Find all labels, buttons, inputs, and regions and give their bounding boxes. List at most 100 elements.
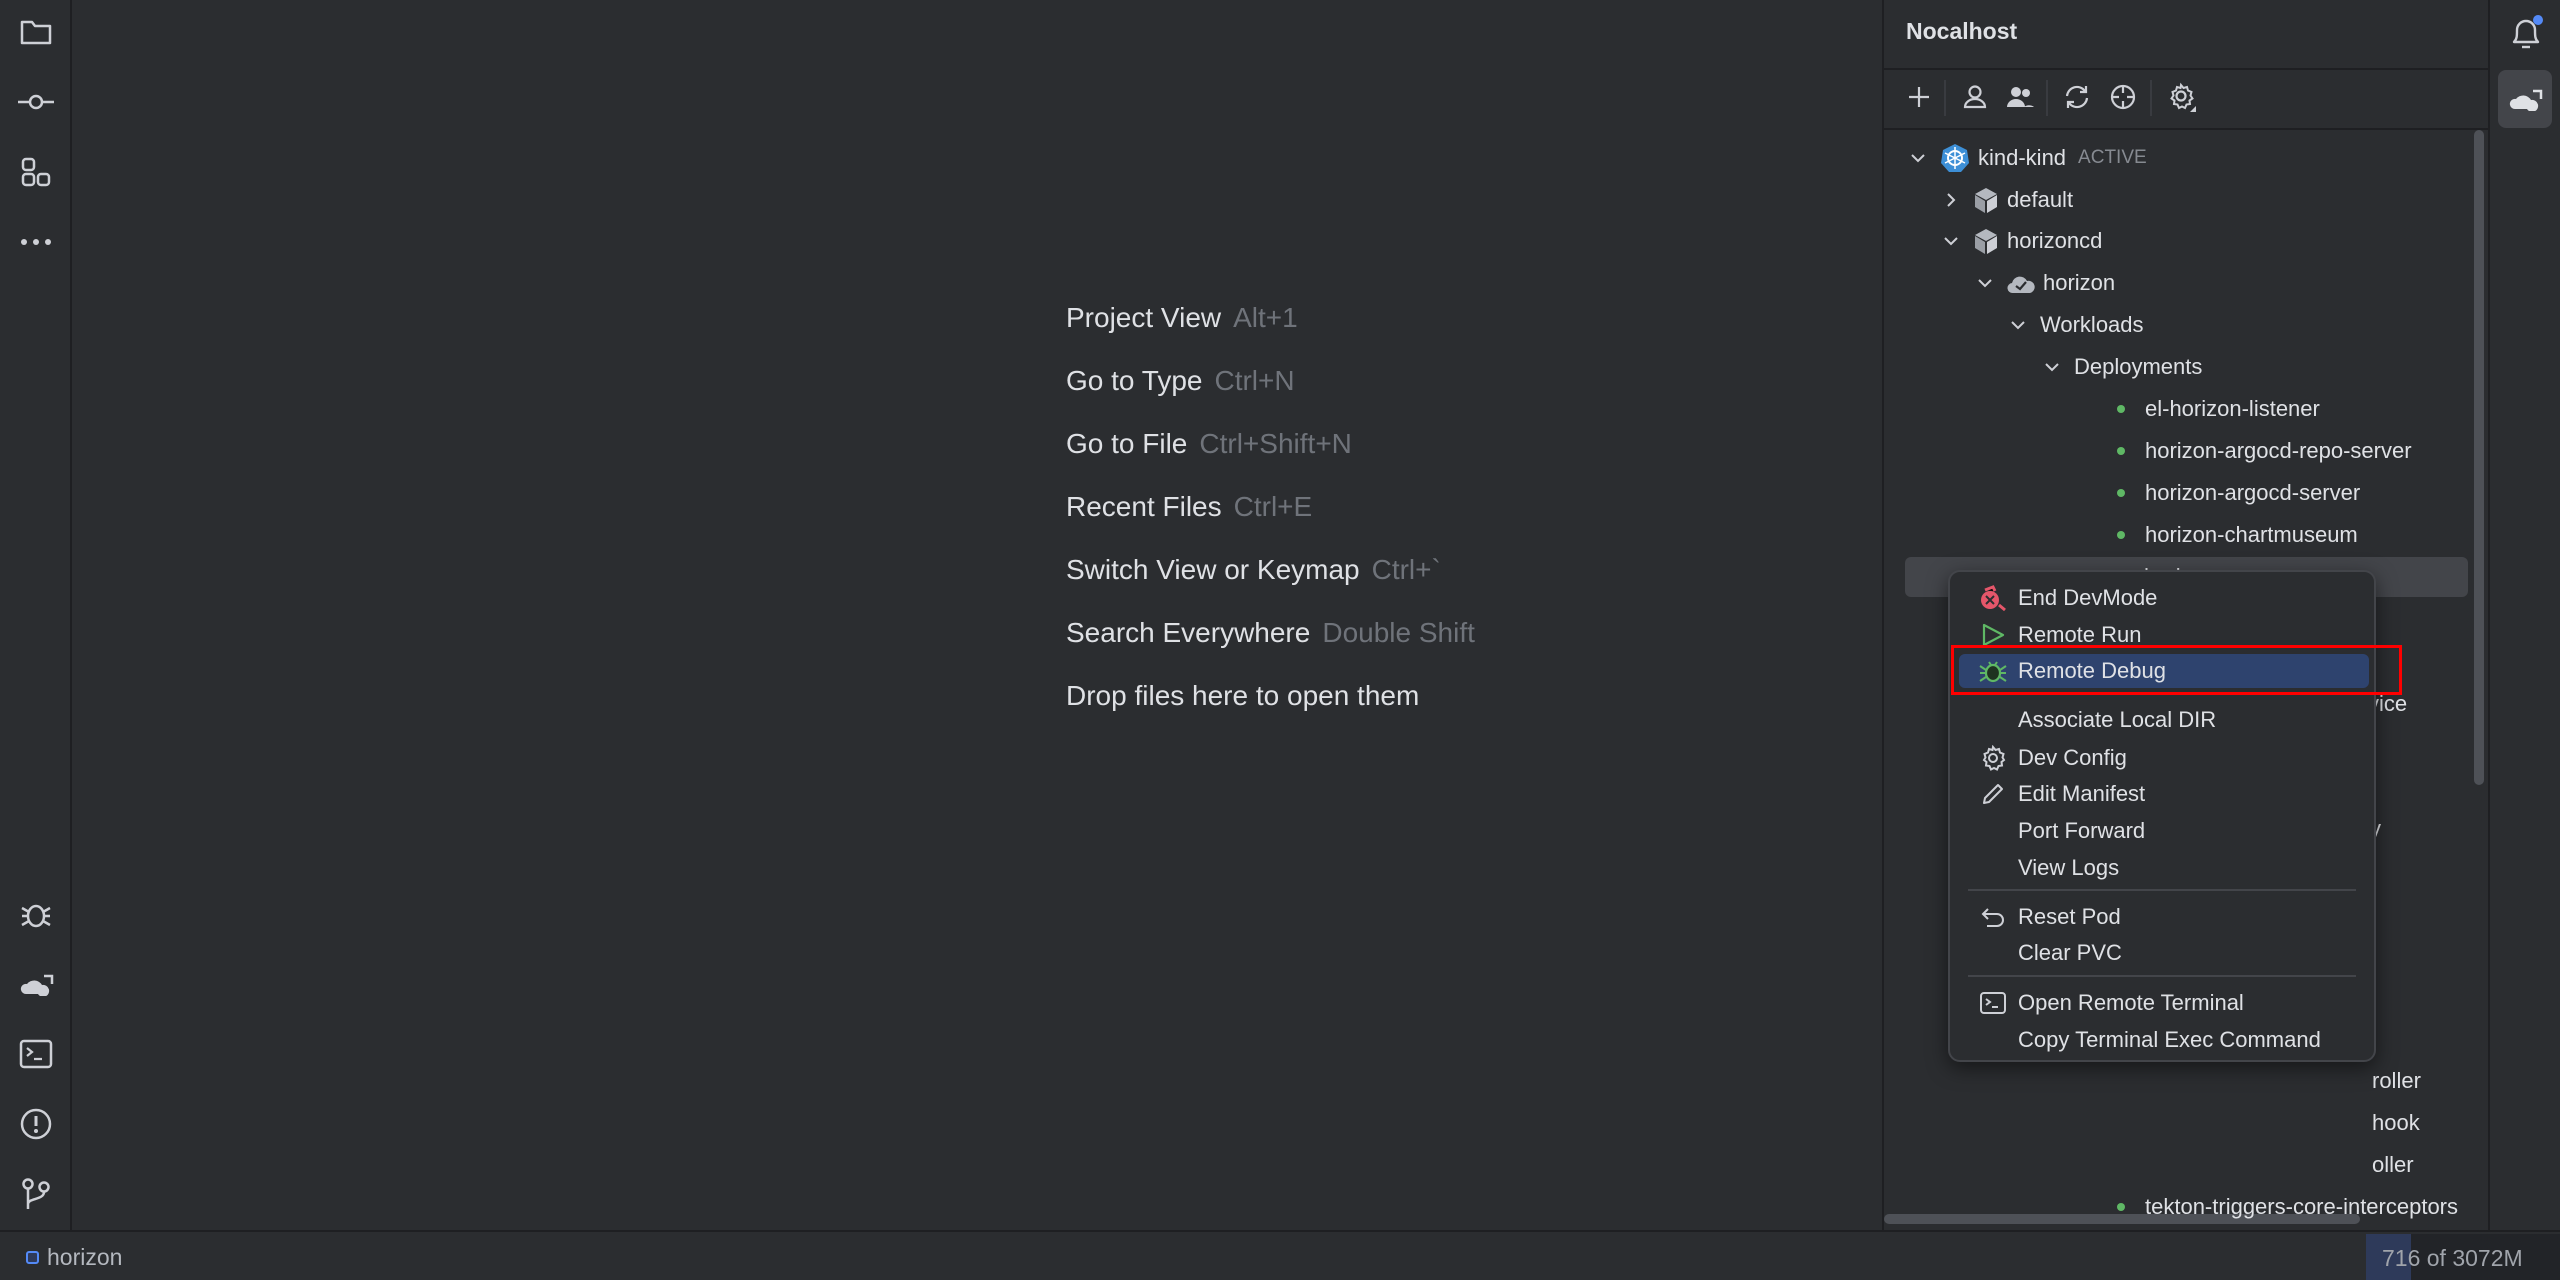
menu-item-port-forward[interactable]: Port Forward	[1959, 814, 2369, 848]
hint-shortcut: Ctrl+Shift+N	[1199, 428, 1352, 459]
menu-item-clear-pvc[interactable]: Clear PVC	[1959, 936, 2369, 970]
project-widget[interactable]: horizon	[26, 1244, 122, 1271]
tree-deployment-item-partial[interactable]: oller	[2372, 1145, 2414, 1185]
problems-icon[interactable]	[18, 1106, 54, 1142]
hint-shortcut: Ctrl+N	[1214, 365, 1295, 396]
hint-label: Search Everywhere	[1066, 617, 1311, 648]
hint-drop-files: Drop files here to open them	[1066, 680, 1419, 712]
hint-go-to-file[interactable]: Go to File Ctrl+Shift+N	[1066, 428, 1352, 460]
menu-item-edit-manifest[interactable]: Edit Manifest	[1959, 777, 2369, 811]
cloud-check-icon	[2007, 276, 2035, 294]
menu-item-dev-config[interactable]: Dev Config	[1959, 741, 2369, 775]
chevron-down-icon[interactable]	[1941, 231, 1961, 251]
chevron-down-icon[interactable]	[1908, 148, 1928, 168]
context-menu: End DevMode Remote Run Remote Debug Asso…	[1948, 570, 2376, 1062]
status-badge: ACTIVE	[2078, 147, 2147, 168]
running-status-dot	[2117, 489, 2125, 497]
chevron-down-icon[interactable]	[2008, 315, 2028, 335]
menu-label: Dev Config	[2018, 745, 2127, 770]
tree-label: horizon-chartmuseum	[2145, 522, 2358, 547]
debug-icon[interactable]	[18, 896, 54, 932]
hint-project-view[interactable]: Project View Alt+1	[1066, 302, 1298, 334]
hint-go-to-type[interactable]: Go to Type Ctrl+N	[1066, 365, 1295, 397]
hint-label: Switch View or Keymap	[1066, 554, 1360, 585]
tree-deployment-item-partial[interactable]: hook	[2372, 1103, 2420, 1143]
annotation-highlight-box	[1951, 645, 2402, 695]
hint-label: Recent Files	[1066, 491, 1222, 522]
end-devmode-icon	[1979, 584, 2007, 612]
chevron-right-icon[interactable]	[1941, 190, 1961, 210]
memory-indicator[interactable]: 716 of 3072M	[2366, 1234, 2560, 1280]
chevron-down-icon[interactable]	[1975, 273, 1995, 293]
tree-deployment-item[interactable]: horizon-argocd-server	[2117, 473, 2360, 513]
chevron-down-icon[interactable]	[2042, 357, 2062, 377]
nocalhost-icon[interactable]	[18, 966, 54, 1002]
menu-label: Open Remote Terminal	[2018, 990, 2244, 1015]
tree-deployment-item[interactable]: horizon-chartmuseum	[2117, 515, 2358, 555]
git-branch-icon[interactable]	[18, 1176, 54, 1212]
notifications-bell-icon[interactable]	[2508, 14, 2544, 59]
kubernetes-icon	[1941, 144, 1969, 172]
hint-shortcut: Ctrl+E	[1233, 491, 1313, 522]
tree-label: oller	[2372, 1152, 2414, 1177]
tree-label: horizoncd	[2007, 228, 2103, 253]
nocalhost-tool-button[interactable]	[2498, 70, 2552, 128]
menu-separator	[1968, 889, 2356, 891]
menu-label: Associate Local DIR	[2018, 707, 2217, 732]
menu-label: View Logs	[2018, 855, 2120, 880]
menu-item-associate-local-dir[interactable]: Associate Local DIR	[1959, 703, 2369, 737]
menu-separator	[1968, 975, 2356, 977]
tree-deployment-item-partial[interactable]: roller	[2372, 1061, 2421, 1101]
tree-namespace-horizoncd[interactable]: horizoncd	[1941, 221, 2102, 261]
tree-cluster-kind-kind[interactable]: kind-kind ACTIVE	[1908, 138, 2147, 178]
menu-item-reset-pod[interactable]: Reset Pod	[1959, 900, 2369, 934]
editor-empty-area[interactable]	[72, 0, 1882, 1230]
menu-label: Clear PVC	[2018, 940, 2122, 965]
hint-label: Go to Type	[1066, 365, 1203, 396]
tree-workloads[interactable]: Workloads	[2008, 305, 2144, 345]
tree-label: Deployments	[2074, 354, 2203, 379]
menu-item-end-devmode[interactable]: End DevMode	[1959, 581, 2369, 615]
tree-deployment-item[interactable]: el-horizon-listener	[2117, 389, 2320, 429]
tree-label: roller	[2372, 1068, 2421, 1093]
right-tool-strip	[2490, 0, 2560, 1230]
running-status-dot	[2117, 531, 2125, 539]
users-icon[interactable]	[2003, 80, 2037, 114]
hint-search-everywhere[interactable]: Search Everywhere Double Shift	[1066, 617, 1475, 649]
more-icon[interactable]	[18, 224, 54, 260]
refresh-icon[interactable]	[2060, 80, 2094, 114]
terminal-icon	[1979, 989, 2007, 1017]
locate-icon[interactable]	[2106, 80, 2140, 114]
tree-vertical-scrollbar[interactable]	[2474, 130, 2484, 785]
structure-icon[interactable]	[18, 154, 54, 190]
tree-label: hook	[2372, 1110, 2420, 1135]
menu-item-copy-terminal-exec-command[interactable]: Copy Terminal Exec Command	[1959, 1023, 2369, 1057]
user-icon[interactable]	[1958, 80, 1992, 114]
tree-namespace-default[interactable]: default	[1941, 180, 2073, 220]
left-tool-strip	[0, 0, 72, 1230]
hint-switch-view[interactable]: Switch View or Keymap Ctrl+`	[1066, 554, 1441, 586]
undo-icon	[1979, 903, 2007, 931]
memory-text: 716 of 3072M	[2382, 1245, 2523, 1271]
menu-item-open-remote-terminal[interactable]: Open Remote Terminal	[1959, 986, 2369, 1020]
plus-icon[interactable]	[1902, 80, 1936, 114]
terminal-icon[interactable]	[18, 1036, 54, 1072]
tree-label: tekton-triggers-core-interceptors	[2145, 1194, 2459, 1219]
tree-deployment-item[interactable]: tekton-triggers-core-interceptors	[2117, 1187, 2488, 1227]
menu-label: Copy Terminal Exec Command	[2018, 1027, 2321, 1052]
hint-recent-files[interactable]: Recent Files Ctrl+E	[1066, 491, 1312, 523]
commit-icon[interactable]	[18, 84, 54, 120]
tree-deployments[interactable]: Deployments	[2042, 347, 2202, 387]
settings-icon[interactable]	[2165, 80, 2199, 114]
tree-label: el-horizon-listener	[2145, 396, 2320, 421]
namespace-cube-icon	[1975, 188, 1997, 213]
menu-label: Reset Pod	[2018, 904, 2121, 929]
tree-deployment-item[interactable]: horizon-argocd-repo-server	[2117, 431, 2412, 471]
hint-label: Go to File	[1066, 428, 1188, 459]
project-icon	[26, 1251, 39, 1264]
menu-label: End DevMode	[2018, 585, 2158, 610]
folder-icon[interactable]	[18, 14, 54, 50]
menu-item-view-logs[interactable]: View Logs	[1959, 851, 2369, 885]
tree-app-horizon[interactable]: horizon	[1975, 263, 2115, 303]
nocalhost-icon	[2509, 89, 2543, 111]
